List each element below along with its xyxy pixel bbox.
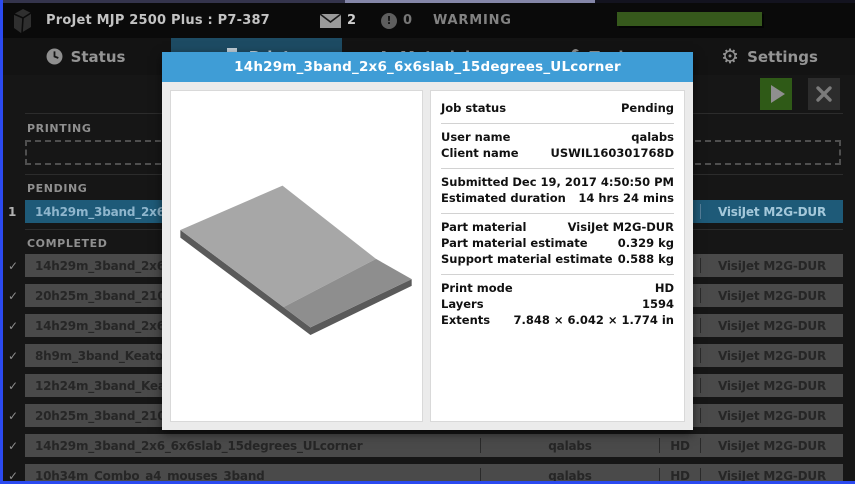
job-material: VisiJet M2G-DUR [701, 374, 843, 397]
job-name: 14h29m_3band_2x6_6x6slab_15degrees_ULcor… [25, 434, 480, 457]
job-material: VisiJet M2G-DUR [701, 404, 843, 427]
check-icon [8, 349, 25, 363]
job-3d-preview [171, 96, 422, 416]
completed-job-line: 14h29m_3band_2x6_6x6slab_15degrees_ULcor… [8, 434, 843, 457]
messages-indicator[interactable]: 2 [320, 13, 356, 28]
detail-value: Dec 19, 2017 4:50:50 PM [512, 175, 674, 189]
play-icon [771, 85, 785, 103]
detail-value: 7.848 × 6.042 × 1.774 in [513, 313, 674, 327]
queue-position: 1 [8, 205, 25, 219]
start-print-button[interactable] [760, 78, 792, 110]
job-material: VisiJet M2G-DUR [701, 284, 843, 307]
detail-value: 14 hrs 24 mins [578, 191, 674, 205]
dialog-title: 14h29m_3band_2x6_6x6slab_15degrees_ULcor… [162, 52, 693, 82]
window-left-edge [0, 0, 3, 484]
3d-systems-logo-icon [10, 8, 34, 34]
detail-label: Print mode [441, 281, 513, 295]
detail-label: Job status [441, 101, 506, 115]
clock-icon [46, 48, 63, 65]
detail-label: Part material estimate [441, 236, 588, 250]
warning-icon [381, 13, 397, 29]
top-status-bar: ProJet MJP 2500 Plus : P7-387 2 0 WARMIN… [0, 3, 855, 38]
check-icon [8, 289, 25, 303]
detail-label: Submitted [441, 175, 509, 189]
detail-value: qalabs [631, 130, 674, 144]
detail-label: Extents [441, 313, 490, 327]
tab-status[interactable]: Status [0, 38, 171, 75]
alerts-indicator[interactable]: 0 [381, 13, 412, 29]
printer-state-text: WARMING [433, 13, 512, 28]
detail-label: Client name [441, 146, 519, 160]
job-material: VisiJet M2G-DUR [701, 344, 843, 367]
warming-progress-bar [617, 12, 762, 26]
detail-label: User name [441, 130, 510, 144]
detail-label: Layers [441, 297, 484, 311]
detail-label: Part material [441, 220, 526, 234]
detail-value: 1594 [642, 297, 674, 311]
job-details-dialog: 14h29m_3band_2x6_6x6slab_15degrees_ULcor… [162, 52, 693, 430]
job-details-panel: Job status Pending User name qalabs Client… [430, 90, 685, 422]
envelope-icon [320, 14, 341, 28]
machine-title: ProJet MJP 2500 Plus : P7-387 [46, 13, 270, 28]
printing-section-header: PRINTING [27, 122, 91, 135]
printer-ui-screen: ProJet MJP 2500 Plus : P7-387 2 0 WARMIN… [0, 0, 855, 484]
messages-count: 2 [347, 13, 356, 28]
remove-job-button[interactable] [808, 78, 840, 110]
check-icon [8, 259, 25, 273]
check-icon [8, 319, 25, 333]
detail-value: USWIL160301768D [551, 146, 674, 160]
detail-value: 0.588 kg [618, 252, 674, 266]
tab-settings[interactable]: ⚙ Settings [684, 38, 855, 75]
job-material: VisiJet M2G-DUR [701, 254, 843, 277]
job-mode: HD [660, 434, 700, 457]
job-user: qalabs [481, 434, 659, 457]
detail-value: 0.329 kg [618, 236, 674, 250]
completed-job-row[interactable]: 14h29m_3band_2x6_6x6slab_15degrees_ULcor… [25, 434, 843, 457]
pending-section-header: PENDING [27, 182, 87, 195]
check-icon [8, 409, 25, 423]
detail-value: Pending [621, 101, 674, 115]
detail-value: HD [655, 281, 674, 295]
job-material: VisiJet M2G-DUR [701, 314, 843, 337]
detail-label: Estimated duration [441, 191, 566, 205]
job-material: VisiJet M2G-DUR [701, 200, 843, 223]
job-preview-panel [170, 90, 423, 422]
check-icon [8, 439, 25, 453]
alerts-count: 0 [403, 13, 412, 28]
close-icon [815, 85, 833, 103]
gear-icon: ⚙ [721, 48, 739, 65]
job-material: VisiJet M2G-DUR [701, 434, 843, 457]
detail-value: VisiJet M2G-DUR [568, 220, 674, 234]
check-icon [8, 379, 25, 393]
completed-section-header: COMPLETED [27, 237, 108, 250]
detail-label: Support material estimate [441, 252, 613, 266]
window-top-edge [0, 0, 855, 3]
